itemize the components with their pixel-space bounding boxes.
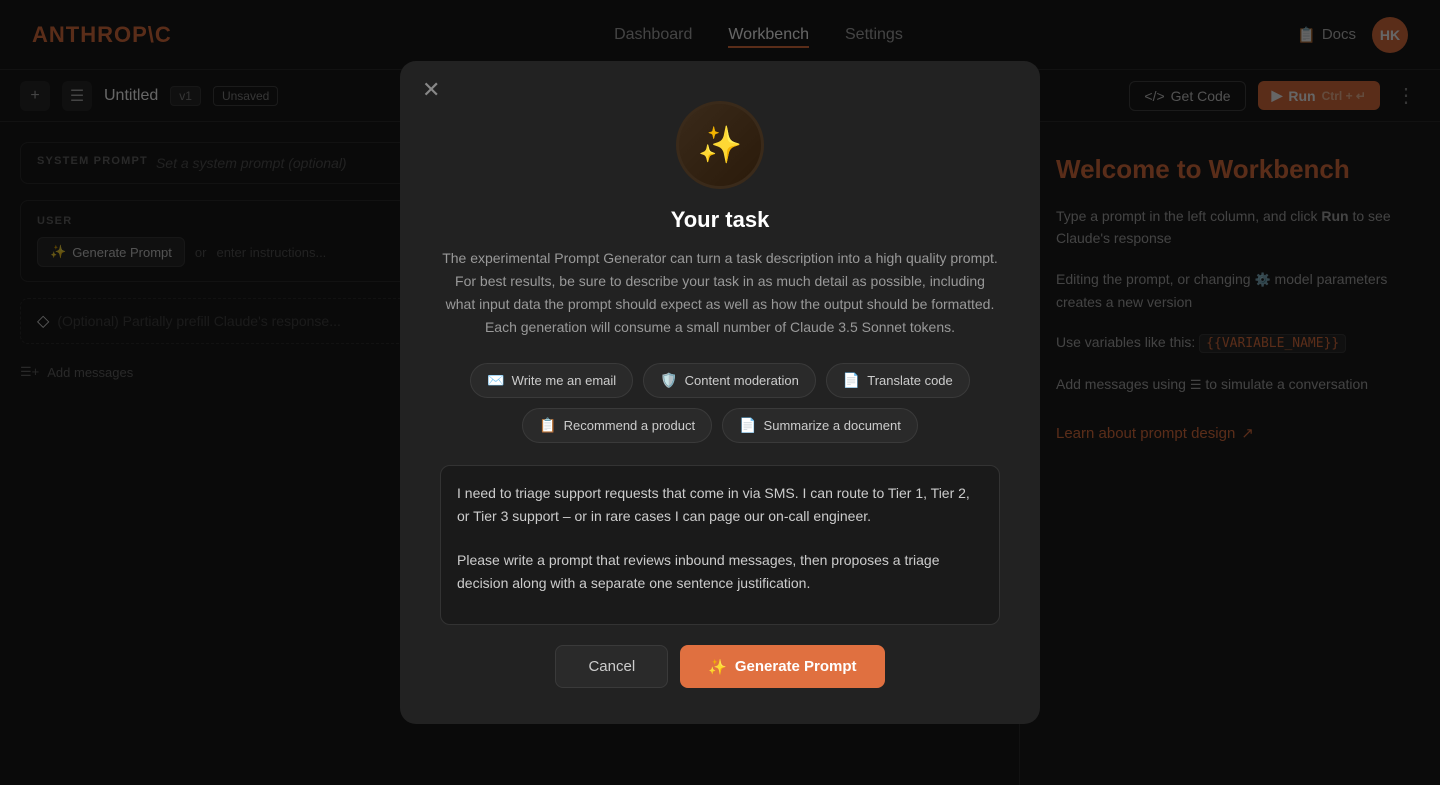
chip-moderation[interactable]: 🛡️ Content moderation bbox=[643, 363, 816, 398]
summarize-chip-icon: 📄 bbox=[739, 417, 756, 434]
chip-email-label: Write me an email bbox=[512, 373, 617, 388]
modal-dialog: ✕ ✨ Your task The experimental Prompt Ge… bbox=[400, 61, 1040, 724]
modal-actions: Cancel ✨ Generate Prompt bbox=[440, 645, 1000, 688]
magic-wand-icon: ✨ bbox=[698, 124, 743, 166]
chip-summarize[interactable]: 📄 Summarize a document bbox=[722, 408, 918, 443]
chip-recommend[interactable]: 📋 Recommend a product bbox=[522, 408, 712, 443]
modal-description: The experimental Prompt Generator can tu… bbox=[440, 247, 1000, 339]
chip-translate-label: Translate code bbox=[867, 373, 953, 388]
moderation-chip-icon: 🛡️ bbox=[660, 372, 677, 389]
translate-chip-icon: 📄 bbox=[843, 372, 860, 389]
modal-chips: ✉️ Write me an email 🛡️ Content moderati… bbox=[440, 363, 1000, 443]
chip-summarize-label: Summarize a document bbox=[764, 418, 901, 433]
modal-overlay[interactable]: ✕ ✨ Your task The experimental Prompt Ge… bbox=[0, 0, 1440, 785]
modal-title: Your task bbox=[671, 207, 770, 233]
recommend-chip-icon: 📋 bbox=[539, 417, 556, 434]
task-textarea[interactable] bbox=[440, 465, 1000, 625]
chip-translate[interactable]: 📄 Translate code bbox=[826, 363, 970, 398]
generate-icon: ✨ bbox=[708, 658, 727, 676]
chip-email[interactable]: ✉️ Write me an email bbox=[470, 363, 633, 398]
chip-moderation-label: Content moderation bbox=[685, 373, 799, 388]
modal-close-button[interactable]: ✕ bbox=[422, 79, 440, 101]
chip-recommend-label: Recommend a product bbox=[564, 418, 696, 433]
cancel-button[interactable]: Cancel bbox=[555, 645, 668, 688]
email-chip-icon: ✉️ bbox=[487, 372, 504, 389]
generate-prompt-submit-button[interactable]: ✨ Generate Prompt bbox=[680, 645, 884, 688]
modal-icon-circle: ✨ bbox=[676, 101, 764, 189]
